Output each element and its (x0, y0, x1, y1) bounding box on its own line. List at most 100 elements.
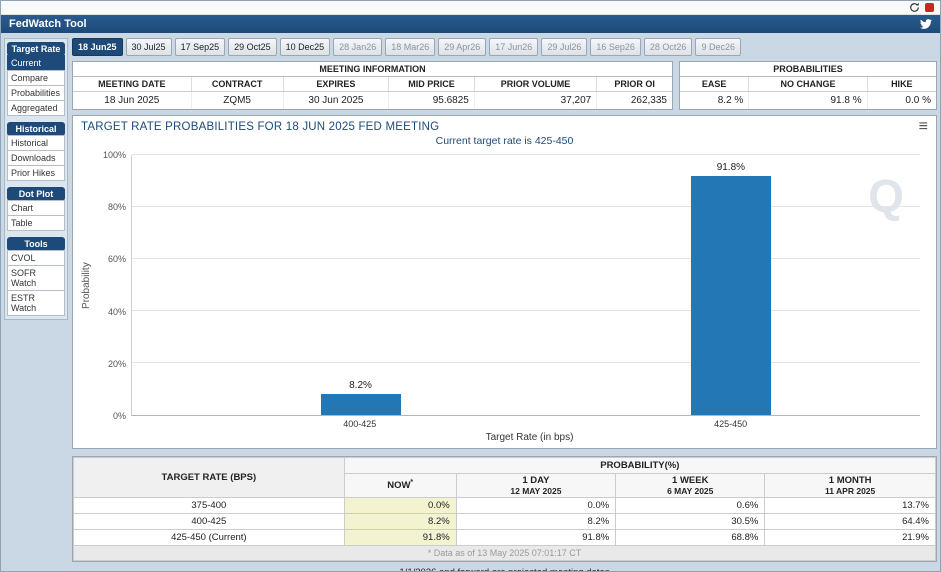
sidebar-item-estr-watch[interactable]: ESTR Watch (7, 290, 65, 316)
tab-meeting-10dec25[interactable]: 10 Dec25 (280, 38, 331, 56)
y-tick-80: 80% (108, 202, 126, 212)
bar-400-425: 8.2% (321, 155, 401, 415)
now-column-header: NOW* (344, 474, 456, 498)
bar-value-label-425-450: 91.8% (691, 162, 771, 173)
system-strip (1, 1, 940, 15)
prior-volume-value: 37,207 (474, 92, 596, 110)
rate-cell: 400-425 (74, 514, 345, 530)
prior-oi-value: 262,335 (597, 92, 672, 110)
ease-header: EASE (680, 77, 749, 92)
y-tick-100: 100% (103, 150, 126, 160)
sidebar-item-dot-plot-table[interactable]: Table (7, 215, 65, 231)
one-month-column-header: 1 MONTH11 APR 2025 (765, 474, 936, 498)
one-week-value: 68.8% (616, 530, 765, 546)
table-row-400-425: 400-425 8.2% 8.2% 30.5% 64.4% (74, 514, 936, 530)
contract-header: CONTRACT (191, 77, 283, 92)
ease-value: 8.2 % (680, 92, 749, 110)
y-tick-0: 0% (113, 411, 126, 421)
one-day-value: 91.8% (456, 530, 615, 546)
one-month-value: 13.7% (765, 498, 936, 514)
probability-history-table: TARGET RATE (BPS) PROBABILITY(%) NOW* 1 … (72, 456, 937, 562)
probability-group-header: PROBABILITY(%) (344, 458, 935, 474)
one-month-value: 21.9% (765, 530, 936, 546)
probabilities-summary-panel: PROBABILITIES EASE NO CHANGE HIKE 8.2 % … (679, 61, 937, 110)
meeting-info-panel: MEETING INFORMATION MEETING DATE CONTRAC… (72, 61, 673, 110)
data-as-of-footnote: * Data as of 13 May 2025 07:01:17 CT (74, 546, 936, 561)
plot-region: 8.2% 91.8% Q (131, 155, 920, 416)
one-week-value: 30.5% (616, 514, 765, 530)
y-axis-label: Probability (81, 155, 95, 416)
quikstrike-watermark: Q (868, 169, 904, 223)
tab-meeting-16sep26[interactable]: 16 Sep26 (590, 38, 641, 56)
tab-meeting-17sep25[interactable]: 17 Sep25 (175, 38, 226, 56)
sidebar-item-compare[interactable]: Compare (7, 70, 65, 86)
tab-meeting-29oct25[interactable]: 29 Oct25 (228, 38, 277, 56)
tab-meeting-28jan26[interactable]: 28 Jan26 (333, 38, 382, 56)
tab-meeting-28oct26[interactable]: 28 Oct26 (644, 38, 693, 56)
tab-meeting-29apr26[interactable]: 29 Apr26 (438, 38, 486, 56)
prior-volume-header: PRIOR VOLUME (474, 77, 596, 92)
sidebar-header-target-rate: Target Rate (7, 42, 65, 56)
tab-meeting-18mar26[interactable]: 18 Mar26 (385, 38, 435, 56)
x-axis-ticks: 400-425 425-450 (131, 416, 920, 431)
gridline-80 (132, 206, 920, 207)
meeting-info-title: MEETING INFORMATION (73, 62, 672, 77)
fedwatch-app: FedWatch Tool Target Rate Current Compar… (0, 0, 941, 572)
one-day-column-header: 1 DAY12 MAY 2025 (456, 474, 615, 498)
now-value: 8.2% (344, 514, 456, 530)
hike-value: 0.0 % (867, 92, 936, 110)
sidebar-item-current[interactable]: Current (7, 55, 65, 71)
bar-rect-400-425 (321, 394, 401, 415)
one-week-column-header: 1 WEEK6 MAY 2025 (616, 474, 765, 498)
expires-value: 30 Jun 2025 (283, 92, 389, 110)
chart-title: TARGET RATE PROBABILITIES FOR 18 JUN 202… (81, 121, 439, 133)
meeting-date-header: MEETING DATE (73, 77, 191, 92)
table-row-425-450-current: 425-450 (Current) 91.8% 91.8% 68.8% 21.9… (74, 530, 936, 546)
prior-oi-header: PRIOR OI (597, 77, 672, 92)
y-tick-40: 40% (108, 307, 126, 317)
probabilities-title: PROBABILITIES (680, 62, 936, 77)
sidebar-item-cvol[interactable]: CVOL (7, 250, 65, 266)
chart-subtitle: Current target rate is 425-450 (81, 135, 928, 147)
meeting-date-value: 18 Jun 2025 (73, 92, 191, 110)
one-day-value: 0.0% (456, 498, 615, 514)
gridline-100 (132, 154, 920, 155)
refresh-icon[interactable] (909, 2, 920, 13)
sidebar-header-tools: Tools (7, 237, 65, 251)
hike-header: HIKE (867, 77, 936, 92)
tab-meeting-9dec26[interactable]: 9 Dec26 (695, 38, 741, 56)
sidebar-item-historical[interactable]: Historical (7, 135, 65, 151)
quikstrike-logo-icon[interactable] (925, 3, 934, 12)
sidebar-item-dot-plot-chart[interactable]: Chart (7, 200, 65, 216)
gridline-40 (132, 310, 920, 311)
x-tick-400-425: 400-425 (343, 419, 376, 429)
bar-425-450: 91.8% (691, 155, 771, 415)
sidebar-item-prior-hikes[interactable]: Prior Hikes (7, 165, 65, 181)
bar-rect-425-450 (691, 176, 771, 415)
sidebar-header-historical: Historical (7, 122, 65, 136)
sidebar-item-probabilities[interactable]: Probabilities (7, 85, 65, 101)
mid-price-value: 95.6825 (389, 92, 475, 110)
rate-cell: 425-450 (Current) (74, 530, 345, 546)
y-axis-ticks: 0% 20% 40% 60% 80% 100% (95, 155, 131, 416)
one-month-value: 64.4% (765, 514, 936, 530)
tab-meeting-30jul25[interactable]: 30 Jul25 (126, 38, 172, 56)
twitter-icon[interactable] (920, 18, 932, 30)
x-tick-425-450: 425-450 (714, 419, 747, 429)
expires-header: EXPIRES (283, 77, 389, 92)
contract-value: ZQM5 (191, 92, 283, 110)
one-week-value: 0.6% (616, 498, 765, 514)
app-title: FedWatch Tool (9, 18, 87, 30)
tab-meeting-17jun26[interactable]: 17 Jun26 (489, 38, 538, 56)
sidebar-item-sofr-watch[interactable]: SOFR Watch (7, 265, 65, 291)
rate-cell: 375-400 (74, 498, 345, 514)
no-change-header: NO CHANGE (749, 77, 867, 92)
tab-meeting-29jul26[interactable]: 29 Jul26 (541, 38, 587, 56)
tab-meeting-18jun25[interactable]: 18 Jun25 (72, 38, 123, 56)
no-change-value: 91.8 % (749, 92, 867, 110)
meeting-tabs: 18 Jun25 30 Jul25 17 Sep25 29 Oct25 10 D… (72, 38, 937, 56)
gridline-60 (132, 258, 920, 259)
sidebar-item-aggregated[interactable]: Aggregated (7, 100, 65, 116)
sidebar-item-downloads[interactable]: Downloads (7, 150, 65, 166)
chart-menu-icon[interactable]: ≡ (919, 121, 928, 133)
